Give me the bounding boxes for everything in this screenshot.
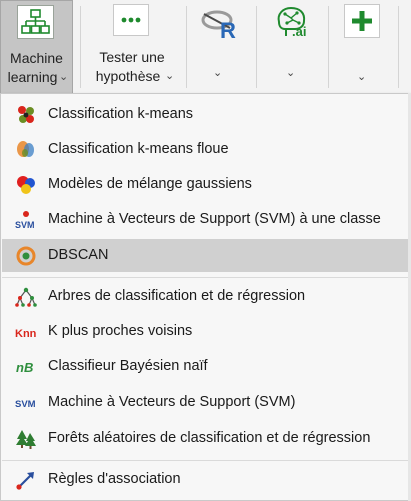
naive-bayes-icon: nB: [15, 356, 37, 378]
machine-learning-dropdown-menu: Classification k-means Classification k-…: [0, 93, 410, 501]
chevron-down-icon: ⌄: [165, 70, 175, 82]
menu-item-dbscan[interactable]: DBSCAN: [2, 239, 408, 272]
menu-item-label: Modèles de mélange gaussiens: [48, 176, 252, 192]
gaussian-mixture-icon: [15, 174, 37, 196]
menu-item-random-forest[interactable]: Forêts aléatoires de classification et d…: [2, 422, 408, 455]
menu-item-label: Machine à Vecteurs de Support (SVM): [48, 394, 296, 410]
brain-ai-icon: .ai: [273, 4, 311, 42]
chevron-down-icon: ⌄: [59, 71, 69, 83]
menu-item-label: Classification k-means: [48, 106, 194, 122]
menu-item-knn[interactable]: Knn K plus proches voisins: [2, 315, 408, 348]
menu-item-svm[interactable]: SVM Machine à Vecteurs de Support (SVM): [2, 386, 408, 419]
menu-item-label: Classification k-means floue: [48, 141, 229, 157]
fuzzy-kmeans-icon: [15, 139, 37, 161]
association-rules-icon: [15, 469, 37, 491]
r-integration-button[interactable]: R ⌄: [188, 0, 252, 94]
ribbon-separator: [186, 6, 187, 88]
menu-item-decision-tree[interactable]: Arbres de classification et de régressio…: [2, 280, 408, 313]
ai-badge: .ai: [292, 24, 307, 39]
menu-item-label: K plus proches voisins: [48, 323, 193, 339]
menu-item-fuzzy-kmeans[interactable]: Classification k-means floue: [2, 133, 408, 166]
add-button[interactable]: ⌄: [330, 0, 394, 94]
plus-icon: [344, 4, 380, 38]
menu-item-label: Forêts aléatoires de classification et d…: [48, 430, 371, 446]
menu-item-one-class-svm[interactable]: SVM Machine à Vecteurs de Support (SVM) …: [2, 203, 408, 236]
chevron-down-icon: ⌄: [357, 71, 367, 83]
test-hypothesis-label-1: Tester une: [99, 49, 165, 65]
ellipsis-box-icon: [113, 4, 149, 36]
random-forest-icon: [15, 428, 37, 450]
menu-item-label: DBSCAN: [48, 247, 109, 263]
menu-item-association-rules[interactable]: Règles d'association: [2, 463, 408, 496]
svg-text:R: R: [220, 18, 236, 42]
menu-separator: [2, 277, 408, 278]
ribbon-toolbar: Machine learning ⌄ Tester une hypothèse …: [0, 0, 411, 94]
menu-item-gaussian-mixture[interactable]: Modèles de mélange gaussiens: [2, 168, 408, 201]
kmeans-clusters-icon: [15, 104, 37, 126]
r-language-icon: R: [200, 8, 242, 43]
svm-icon: SVM: [15, 392, 37, 414]
ribbon-separator: [328, 6, 329, 88]
one-class-svm-icon: SVM: [15, 209, 37, 231]
svm-icon-text: SVM: [15, 399, 36, 410]
machine-learning-label-1: Machine: [10, 50, 63, 66]
menu-item-label: Machine à Vecteurs de Support (SVM) à un…: [48, 211, 381, 227]
naive-bayes-icon-text: nB: [16, 360, 33, 375]
knn-icon: Knn: [15, 321, 37, 343]
one-class-svm-icon-text: SVM: [15, 220, 35, 230]
chevron-down-icon: ⌄: [286, 67, 296, 79]
network-diagram-icon: [17, 5, 54, 39]
ribbon-separator: [256, 6, 257, 88]
decision-tree-icon: [15, 286, 37, 308]
menu-item-label: Règles d'association: [48, 471, 181, 487]
menu-item-kmeans[interactable]: Classification k-means: [2, 98, 408, 131]
knn-icon-text: Knn: [15, 328, 37, 340]
ai-button[interactable]: .ai ⌄: [258, 0, 324, 94]
chevron-down-icon: ⌄: [213, 67, 223, 79]
menu-item-label: Classifieur Bayésien naïf: [48, 358, 208, 374]
menu-item-naive-bayes[interactable]: nB Classifieur Bayésien naïf: [2, 350, 408, 383]
machine-learning-button[interactable]: Machine learning ⌄: [0, 0, 73, 94]
test-hypothesis-button[interactable]: Tester une hypothèse ⌄: [82, 0, 182, 94]
menu-separator: [2, 460, 408, 461]
menu-item-label: Arbres de classification et de régressio…: [48, 288, 306, 304]
ribbon-separator: [398, 6, 399, 88]
dbscan-icon: [15, 245, 37, 267]
